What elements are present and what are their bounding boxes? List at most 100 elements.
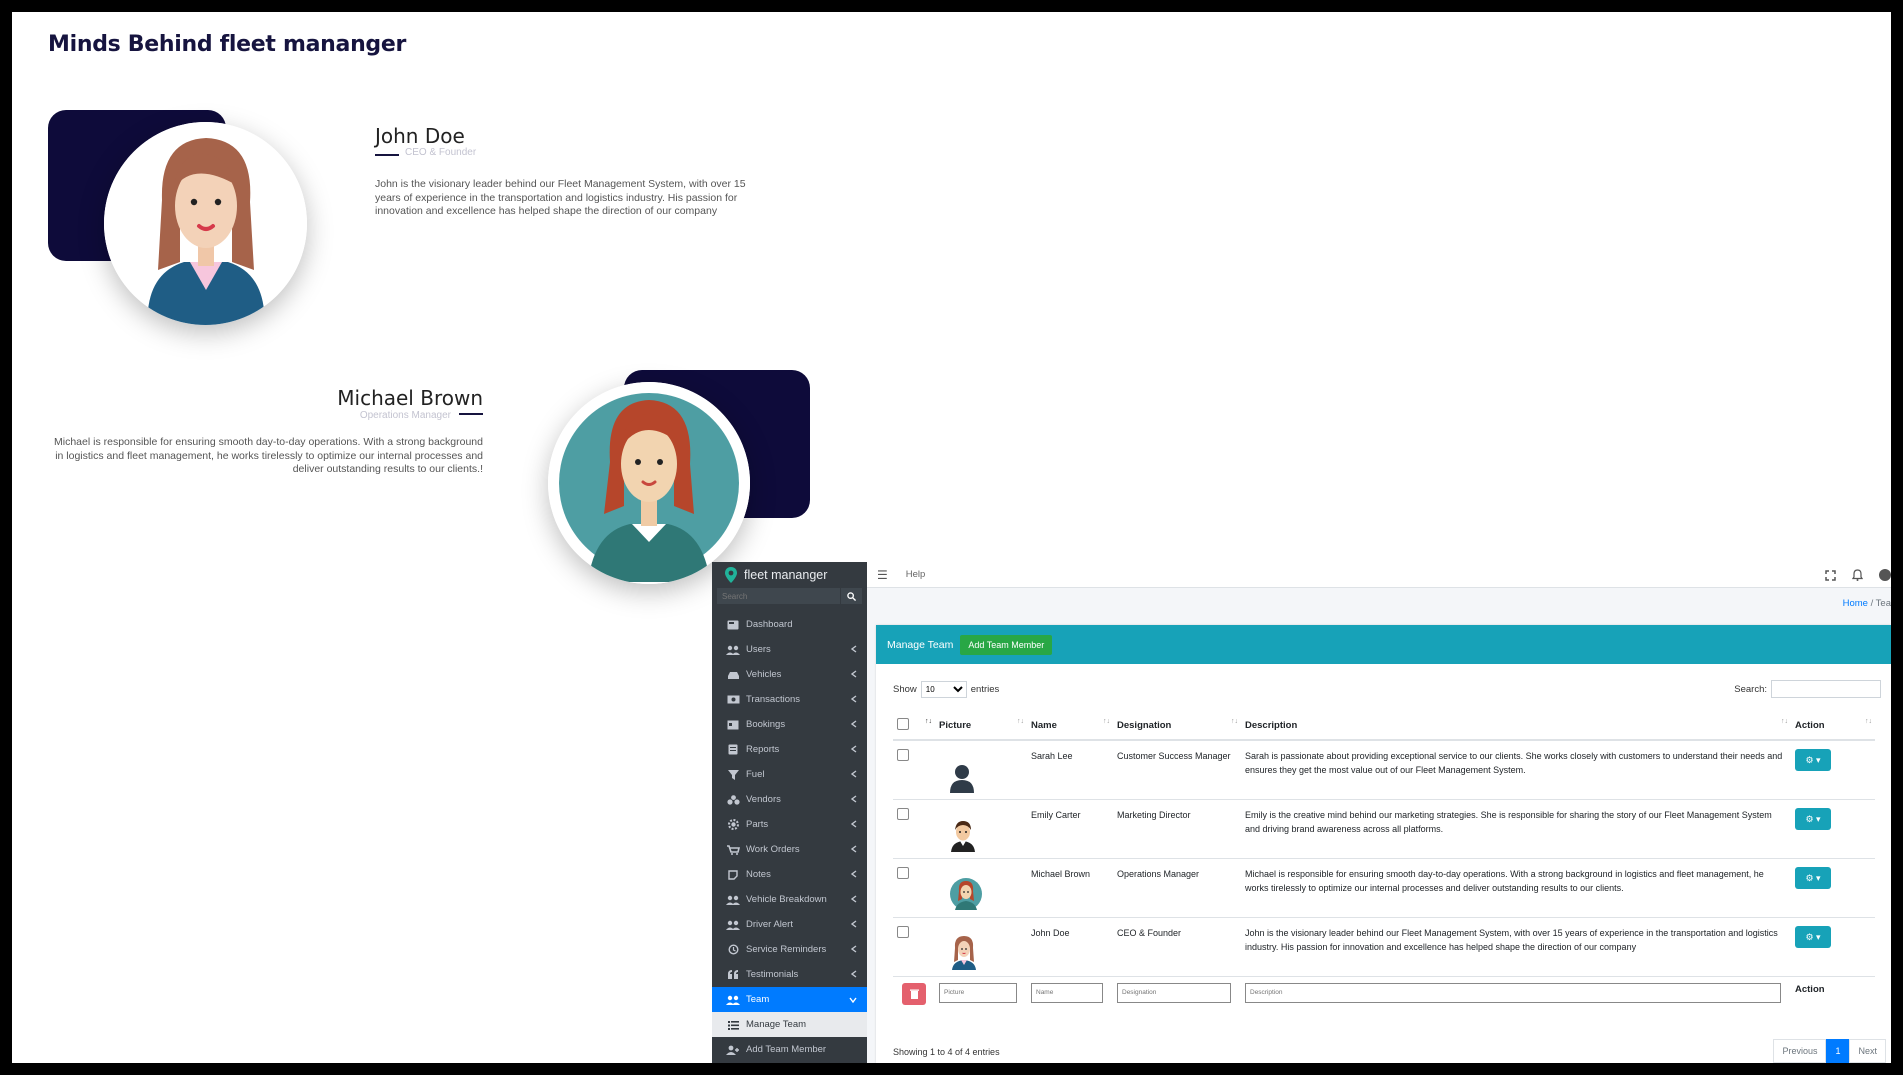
note-icon	[726, 869, 740, 880]
chevron-left-icon	[850, 895, 857, 906]
sidebar-item-reports[interactable]: Reports	[712, 737, 867, 762]
sidebar-item-transactions[interactable]: Transactions	[712, 687, 867, 712]
sidebar-item-dashboard[interactable]: Dashboard	[712, 612, 867, 637]
column-header-action[interactable]: Action ↑↓	[1791, 709, 1875, 741]
column-header-name[interactable]: Name ↑↓	[1027, 709, 1113, 741]
sidebar-item-work-orders[interactable]: Work Orders	[712, 837, 867, 862]
add-team-member-button[interactable]: Add Team Member	[960, 634, 1053, 655]
pagination-page-1[interactable]: 1	[1826, 1039, 1850, 1063]
chevron-left-icon	[850, 670, 857, 681]
vendors-icon	[726, 794, 740, 805]
sidebar-item-parts[interactable]: Parts	[712, 812, 867, 837]
brand-name: fleet mananger	[744, 568, 828, 582]
team-table: ↑↓ Picture ↑↓ Name ↑↓ Designation ↑↓ Descri…	[893, 709, 1875, 1016]
money-icon	[726, 694, 740, 705]
navbar-right-icons	[1825, 568, 1891, 586]
pagination-previous[interactable]: Previous	[1773, 1039, 1827, 1063]
sidebar-item-bookings[interactable]: Bookings	[712, 712, 867, 737]
member-bio-john: John is the visionary leader behind our …	[375, 178, 746, 217]
chevron-down-icon	[849, 995, 857, 1006]
row-checkbox[interactable]	[897, 749, 909, 761]
column-header-description[interactable]: Description ↑↓	[1241, 709, 1791, 741]
filter-row: Action	[893, 975, 1875, 1016]
sidebar-item-add-team-member[interactable]: Add Team Member	[712, 1037, 867, 1062]
filter-name-input[interactable]	[1031, 982, 1103, 1003]
member-picture	[939, 808, 1023, 852]
man-avatar-icon	[951, 820, 975, 852]
table-row: Emily Carter Marketing Director Emily is…	[893, 798, 1875, 858]
gear-icon: ⚙	[1805, 872, 1814, 883]
woman-avatar-icon	[548, 382, 750, 584]
sidebar-item-fuel[interactable]: Fuel	[712, 762, 867, 787]
row-checkbox[interactable]	[897, 807, 909, 820]
search-icon[interactable]	[840, 588, 862, 604]
row-action-button[interactable]: ⚙ ▾	[1795, 749, 1831, 771]
row-action-button[interactable]: ⚙ ▾	[1795, 807, 1831, 830]
brand[interactable]: fleet mananger	[712, 562, 867, 588]
sidebar-item-driver-alert[interactable]: Driver Alert	[712, 912, 867, 937]
pagination: Previous 1 Next	[1773, 1039, 1886, 1063]
chevron-left-icon	[850, 945, 857, 956]
filter-picture-input[interactable]	[939, 982, 1017, 1003]
filter-designation-input[interactable]	[1117, 982, 1231, 1003]
history-icon	[726, 944, 740, 955]
users-icon	[726, 919, 740, 930]
user-account-icon[interactable]	[1879, 568, 1891, 586]
pagination-next[interactable]: Next	[1849, 1039, 1886, 1063]
sidebar-search-input[interactable]	[717, 588, 840, 604]
hamburger-menu-icon[interactable]: ☰	[877, 568, 888, 582]
member-role-john: CEO & Founder	[405, 147, 477, 158]
row-checkbox[interactable]	[897, 866, 909, 879]
table-search-input[interactable]	[1771, 680, 1881, 698]
quote-icon	[726, 969, 740, 980]
table-controls: Show 10 entries Search:	[893, 680, 1881, 698]
bulk-delete-button[interactable]	[902, 982, 926, 1005]
woman-avatar-icon	[104, 122, 307, 325]
row-action-button[interactable]: ⚙ ▾	[1795, 925, 1831, 948]
bell-icon[interactable]	[1851, 568, 1864, 586]
fullscreen-icon[interactable]	[1825, 568, 1836, 586]
sidebar-item-vendors[interactable]: Vendors	[712, 787, 867, 812]
member-name-michael: Michael Brown	[337, 386, 483, 410]
member-picture	[939, 749, 1023, 793]
gear-icon: ⚙	[1805, 813, 1814, 824]
column-header-designation[interactable]: Designation ↑↓	[1113, 709, 1241, 741]
table-info: Showing 1 to 4 of 4 entries	[893, 1047, 1000, 1057]
caret-down-icon: ▾	[1816, 872, 1821, 883]
chevron-left-icon	[850, 795, 857, 806]
gear-icon	[726, 819, 740, 830]
list-icon	[726, 1019, 740, 1030]
gear-icon: ⚙	[1805, 931, 1814, 942]
row-checkbox[interactable]	[897, 925, 909, 938]
sidebar-item-team[interactable]: Team	[712, 987, 867, 1012]
breadcrumb-current: Tea	[1875, 598, 1891, 609]
sidebar-item-users[interactable]: Users	[712, 637, 867, 662]
role-divider	[459, 413, 483, 415]
column-header-picture[interactable]: Picture ↑↓	[935, 709, 1027, 741]
breadcrumb-home[interactable]: Home	[1843, 598, 1868, 609]
sidebar-item-vehicles[interactable]: Vehicles	[712, 662, 867, 687]
entries-select[interactable]: 10	[920, 680, 967, 698]
row-action-button[interactable]: ⚙ ▾	[1795, 866, 1831, 889]
users-icon	[726, 994, 740, 1005]
top-navbar: ☰ Help	[867, 562, 1891, 588]
select-all-checkbox[interactable]	[897, 718, 909, 730]
chevron-left-icon	[850, 645, 857, 656]
member-bio-michael: Michael is responsible for ensuring smoo…	[54, 436, 483, 475]
woman-avatar-icon	[950, 877, 982, 910]
member-name-john: John Doe	[375, 124, 465, 148]
caret-down-icon: ▾	[1816, 931, 1821, 942]
filter-description-input[interactable]	[1245, 982, 1781, 1003]
table-row: Sarah Lee Customer Success Manager Sarah…	[893, 739, 1875, 799]
caret-down-icon: ▾	[1816, 755, 1821, 765]
sidebar-item-service-reminders[interactable]: Service Reminders	[712, 937, 867, 962]
sidebar-item-testimonials[interactable]: Testimonials	[712, 962, 867, 987]
chevron-left-icon	[850, 845, 857, 856]
help-link[interactable]: Help	[906, 569, 926, 580]
member-role-michael: Operations Manager	[359, 410, 451, 421]
sidebar-item-notes[interactable]: Notes	[712, 862, 867, 887]
admin-app: fleet mananger Dashboard Users Vehicles …	[712, 562, 1891, 1063]
sidebar-item-manage-team[interactable]: Manage Team	[712, 1012, 867, 1037]
breadcrumb: Home / Tea	[1842, 598, 1891, 609]
sidebar-item-vehicle-breakdown[interactable]: Vehicle Breakdown	[712, 887, 867, 912]
